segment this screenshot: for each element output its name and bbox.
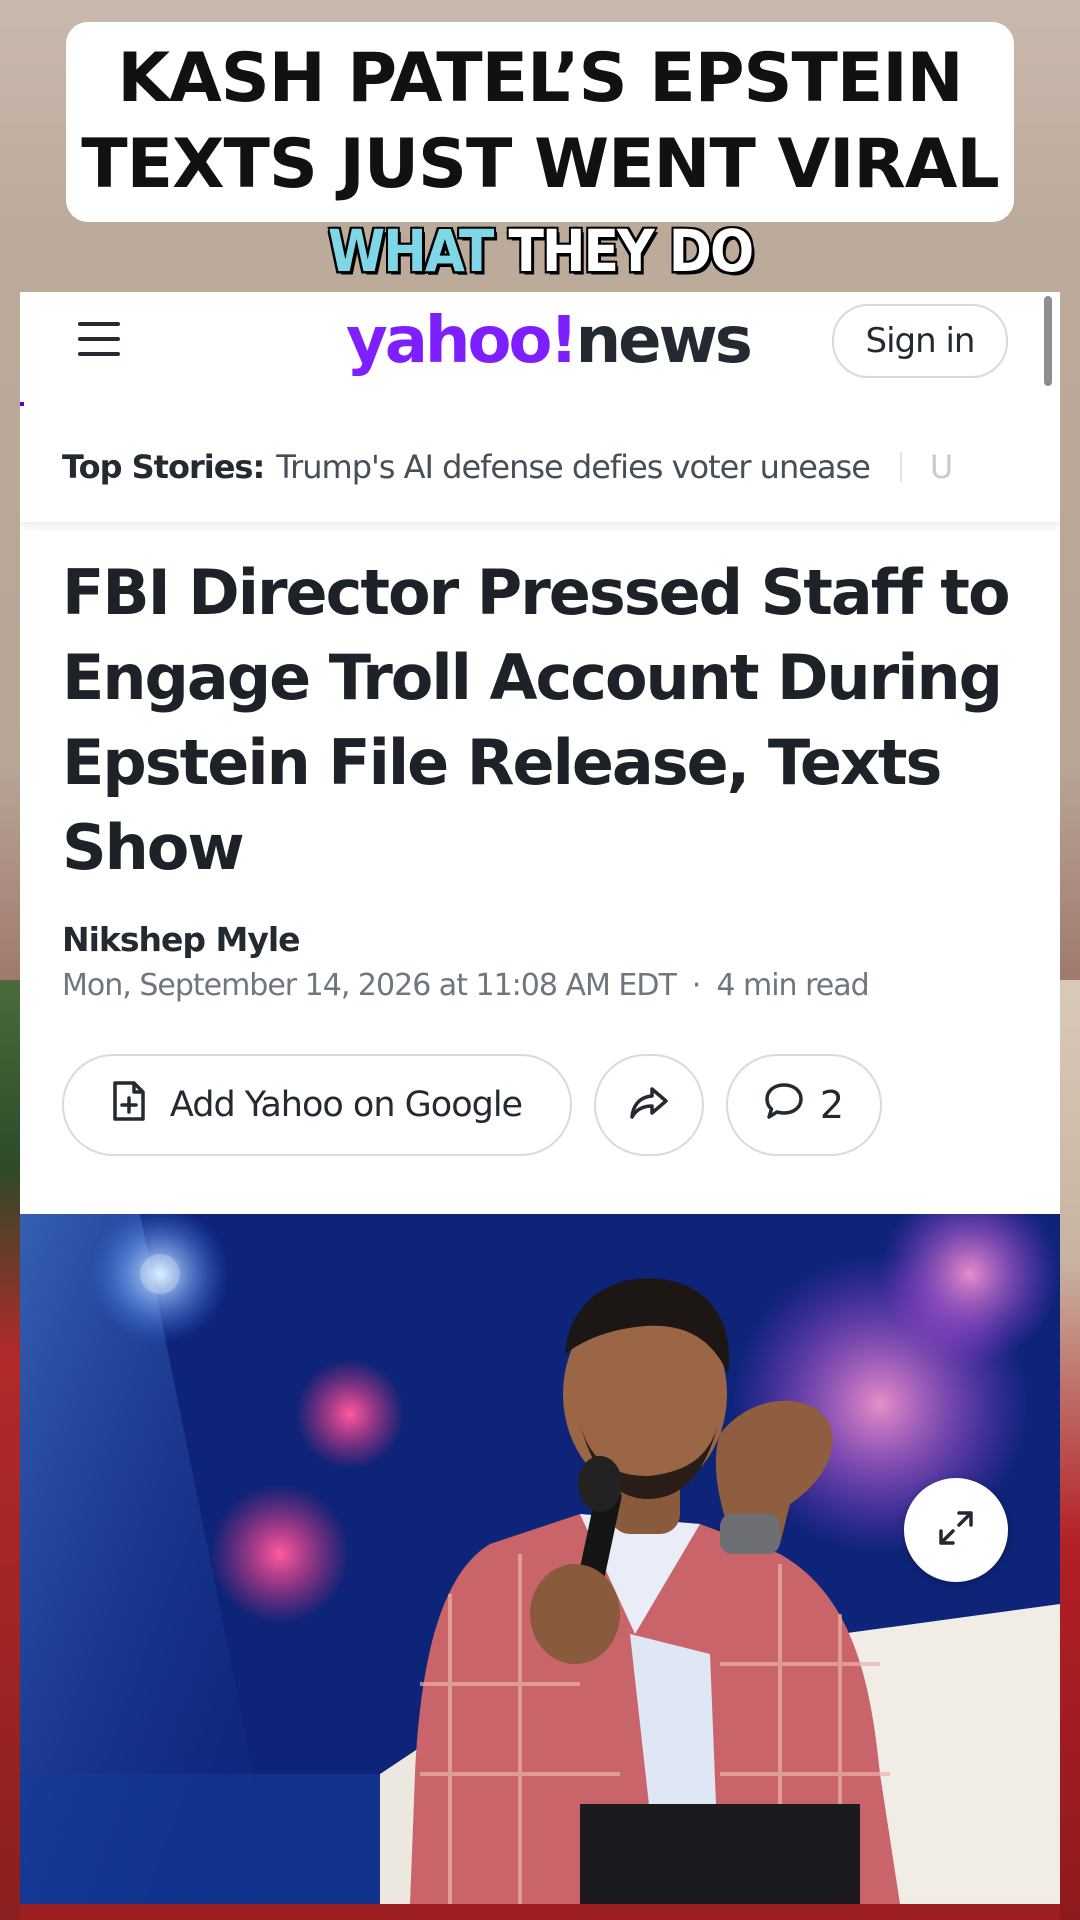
- share-button[interactable]: [594, 1054, 704, 1156]
- scrollbar[interactable]: [1044, 296, 1052, 386]
- comment-count: 2: [819, 1083, 845, 1127]
- article-headline: FBI Director Pressed Staff to Engage Tro…: [62, 556, 1011, 884]
- video-title-card: KASH PATEL’S EPSTEIN TEXTS JUST WENT VIR…: [66, 22, 1014, 222]
- next-story-fragment[interactable]: U: [930, 448, 953, 486]
- caption-rest: THEY DO: [507, 217, 756, 288]
- ticker-divider: [899, 452, 902, 482]
- article-author[interactable]: Nikshep Myle: [62, 920, 301, 959]
- comment-bubble-icon: [764, 1081, 804, 1130]
- top-stories-ticker[interactable]: Top Stories: Trump's AI defense defies v…: [20, 412, 1060, 522]
- expand-icon: [937, 1509, 975, 1552]
- sign-in-button[interactable]: Sign in: [832, 304, 1008, 378]
- photo-illustration: [20, 1214, 1060, 1904]
- stage-light: [140, 1254, 180, 1294]
- article-photo[interactable]: [20, 1214, 1060, 1904]
- top-stories-label: Top Stories:: [62, 448, 265, 486]
- article-date: Mon, September 14, 2026 at 11:08 AM EDT: [62, 968, 677, 1003]
- add-yahoo-on-google-button[interactable]: Add Yahoo on Google: [62, 1054, 572, 1156]
- article-meta: Mon, September 14, 2026 at 11:08 AM EDT …: [62, 968, 870, 1003]
- comments-button[interactable]: 2: [726, 1054, 882, 1156]
- meta-separator: ·: [691, 968, 701, 1003]
- hamburger-menu-icon[interactable]: [78, 322, 120, 356]
- logo-yahoo: yahoo!: [346, 304, 579, 378]
- title-line-1: KASH PATEL’S EPSTEIN: [117, 39, 963, 118]
- add-yahoo-on-google-label: Add Yahoo on Google: [169, 1085, 523, 1125]
- article-screenshot: yahoo!news Sign in Top Stories: Trump's …: [20, 292, 1060, 1904]
- read-time: 4 min read: [716, 968, 869, 1003]
- top-story-link[interactable]: Trump's AI defense defies voter unease: [276, 448, 871, 486]
- expand-button[interactable]: [904, 1478, 1008, 1582]
- background-left: [0, 980, 20, 1920]
- background-right: [1060, 980, 1080, 1920]
- logo-news: news: [575, 304, 753, 378]
- share-arrow-icon: [629, 1086, 669, 1124]
- title-line-2: TEXTS JUST WENT VIRAL: [81, 125, 1000, 204]
- video-caption: WHAT THEY DO: [0, 217, 1080, 288]
- add-document-icon: [112, 1080, 146, 1131]
- yahoo-header: yahoo!news Sign in: [20, 292, 1060, 392]
- progress-indicator: [20, 402, 24, 406]
- caption-highlight-word: WHAT: [326, 217, 496, 288]
- yahoo-news-logo[interactable]: yahoo!news: [346, 298, 753, 384]
